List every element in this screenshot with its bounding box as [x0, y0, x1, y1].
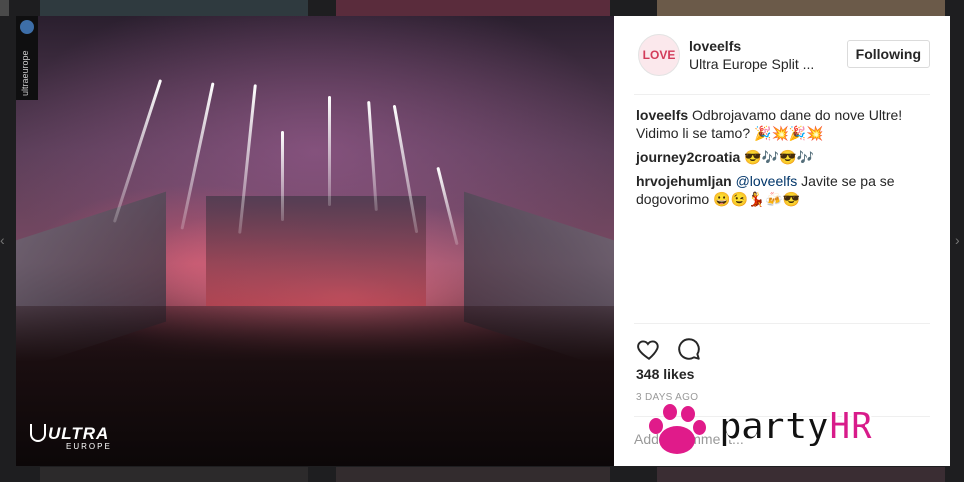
background-thumbnail	[40, 467, 308, 482]
ultra-logo-sub: EUROPE	[66, 442, 112, 451]
background-thumbnail	[336, 0, 610, 16]
chevron-left-icon[interactable]: ‹	[0, 232, 8, 248]
post-location[interactable]: Ultra Europe Split ...	[689, 56, 814, 72]
ultra-logo: ULTRA EUROPE	[30, 424, 112, 451]
comment-username[interactable]: loveelfs	[636, 107, 688, 123]
like-count[interactable]: 348 likes	[636, 366, 694, 382]
heart-icon[interactable]	[636, 336, 662, 362]
background-thumbnail	[657, 467, 945, 482]
paw-toe	[693, 420, 706, 435]
actions-divider	[634, 323, 930, 324]
following-button[interactable]: Following	[846, 40, 930, 68]
comment-text: 😎🎶😎🎶	[744, 149, 814, 165]
background-thumbnail	[657, 0, 945, 16]
paw-toe	[663, 404, 677, 420]
comment-username[interactable]: journey2croatia	[636, 149, 740, 165]
background-thumbnail	[0, 0, 9, 16]
ultra-badge-icon	[20, 20, 34, 34]
paw-pad	[659, 426, 695, 454]
chevron-right-icon[interactable]: ›	[955, 232, 963, 248]
comment-item: journey2croatia 😎🎶😎🎶	[636, 148, 930, 166]
ultra-logo-word: ULTRA	[48, 424, 110, 443]
comment-item: loveelfs Odbrojavamo dane do nove Ultre!…	[636, 106, 930, 142]
partyhr-logo: partyHR	[645, 398, 945, 458]
comment-bubble-icon[interactable]	[676, 336, 702, 362]
paw-icon	[645, 404, 709, 454]
background-thumbnail	[40, 0, 308, 16]
post-photo[interactable]: ultraeurope ULTRA EUROPE	[16, 16, 614, 466]
paw-toe	[681, 406, 695, 422]
background-thumbnail	[336, 467, 610, 482]
partyhr-word: party	[718, 403, 830, 449]
comment-username[interactable]: hrvojehumljan	[636, 173, 732, 189]
photo-firework	[367, 101, 378, 211]
post-header: LOVE loveelfs Ultra Europe Split ... Fol…	[634, 32, 930, 95]
ultra-u-icon	[30, 424, 46, 442]
photo-firework	[436, 166, 459, 246]
comment-item: hrvojehumljan @loveelfs Javite se pa se …	[636, 172, 930, 208]
photo-stage	[206, 196, 426, 306]
photo-firework	[328, 96, 331, 206]
comment-mention[interactable]: @loveelfs	[736, 173, 798, 189]
avatar[interactable]: LOVE	[638, 34, 680, 76]
avatar-text: LOVE	[642, 48, 676, 62]
photo-firework	[281, 131, 284, 221]
watermark-tag: ultraeurope	[16, 16, 38, 100]
watermark-text: ultraeurope	[20, 50, 30, 96]
post-username[interactable]: loveelfs	[689, 38, 741, 54]
partyhr-wordmark: partyHR	[718, 403, 874, 449]
partyhr-accent: HR	[827, 403, 874, 449]
comment-list: loveelfs Odbrojavamo dane do nove Ultre!…	[636, 106, 930, 214]
